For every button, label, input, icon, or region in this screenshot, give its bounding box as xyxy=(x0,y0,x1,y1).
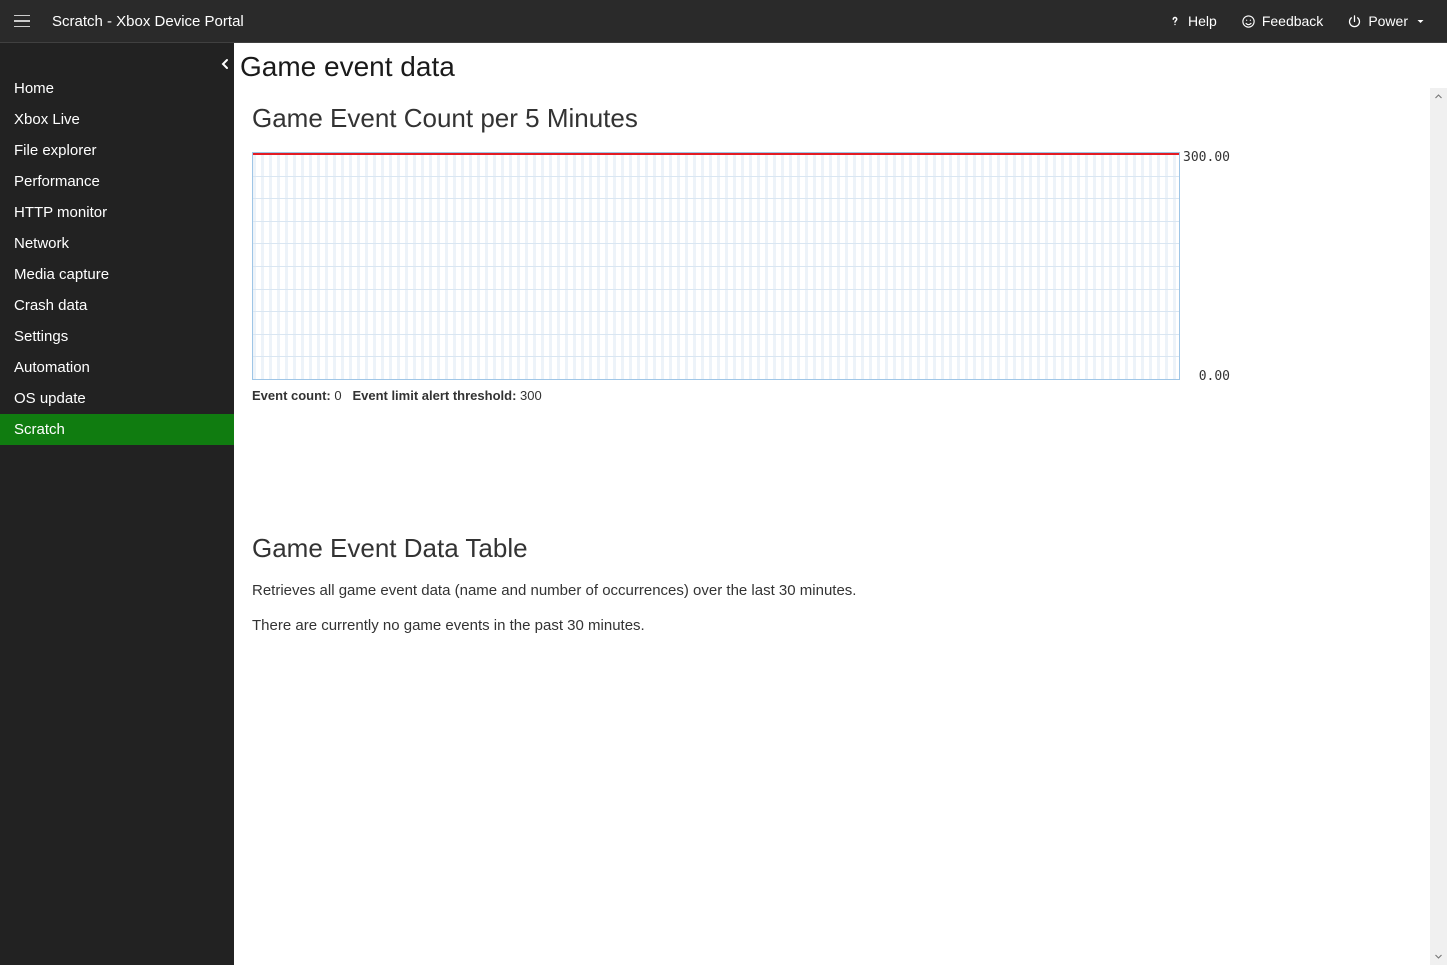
feedback-button[interactable]: Feedback xyxy=(1241,13,1323,29)
y-axis-min-label: 0.00 xyxy=(1199,369,1230,384)
event-count-label: Event count: xyxy=(252,388,331,403)
help-label: Help xyxy=(1188,13,1217,29)
sidebar-item-scratch[interactable]: Scratch xyxy=(0,414,234,445)
sidebar-item-label: Home xyxy=(14,80,54,97)
sidebar-item-media-capture[interactable]: Media capture xyxy=(0,259,234,290)
sidebar-list: Home Xbox Live File explorer Performance… xyxy=(0,43,234,445)
feedback-icon xyxy=(1241,14,1256,29)
vertical-scrollbar[interactable] xyxy=(1430,88,1447,965)
chart-caption: Event count: 0 Event limit alert thresho… xyxy=(252,388,1447,403)
sidebar-item-home[interactable]: Home xyxy=(0,73,234,104)
sidebar-item-label: Automation xyxy=(14,359,90,376)
menu-icon[interactable] xyxy=(14,10,36,32)
sidebar-item-automation[interactable]: Automation xyxy=(0,352,234,383)
help-icon xyxy=(1168,14,1182,28)
table-section-title: Game Event Data Table xyxy=(252,533,1447,564)
table-empty-message: There are currently no game events in th… xyxy=(252,617,1447,634)
sidebar-item-http-monitor[interactable]: HTTP monitor xyxy=(0,197,234,228)
sidebar-item-os-update[interactable]: OS update xyxy=(0,383,234,414)
threshold-label: Event limit alert threshold: xyxy=(352,388,516,403)
power-button[interactable]: Power xyxy=(1347,13,1425,29)
sidebar-item-label: HTTP monitor xyxy=(14,204,107,221)
header-actions: Help Feedback Power xyxy=(1168,13,1425,29)
sidebar-item-label: Performance xyxy=(14,173,100,190)
chart-section: Game Event Count per 5 Minutes xyxy=(252,103,1447,403)
chart-wrap: 300.00 0.00 xyxy=(252,152,1180,380)
sidebar-item-label: Network xyxy=(14,235,69,252)
scroll-up-icon[interactable] xyxy=(1430,88,1447,105)
app-title: Scratch - Xbox Device Portal xyxy=(52,13,1168,30)
sidebar-item-label: Settings xyxy=(14,328,68,345)
sidebar-item-label: File explorer xyxy=(14,142,97,159)
chart-gridlines xyxy=(253,153,1179,379)
top-header: Scratch - Xbox Device Portal Help Feedba xyxy=(0,0,1447,42)
sidebar-item-crash-data[interactable]: Crash data xyxy=(0,290,234,321)
power-icon xyxy=(1347,14,1362,29)
sidebar-item-label: Crash data xyxy=(14,297,87,314)
event-count-chart xyxy=(252,152,1180,380)
sidebar: Home Xbox Live File explorer Performance… xyxy=(0,43,234,965)
threshold-line xyxy=(253,153,1179,155)
help-button[interactable]: Help xyxy=(1168,13,1217,29)
sidebar-item-label: OS update xyxy=(14,390,86,407)
sidebar-item-network[interactable]: Network xyxy=(0,228,234,259)
table-section: Game Event Data Table Retrieves all game… xyxy=(252,533,1447,634)
sidebar-item-file-explorer[interactable]: File explorer xyxy=(0,135,234,166)
sidebar-item-label: Xbox Live xyxy=(14,111,80,128)
sidebar-item-label: Media capture xyxy=(14,266,109,283)
sidebar-collapse-button[interactable] xyxy=(215,53,235,77)
main-content: Game event data Game Event Count per 5 M… xyxy=(234,43,1447,965)
sidebar-item-performance[interactable]: Performance xyxy=(0,166,234,197)
y-axis-max-label: 300.00 xyxy=(1183,150,1230,165)
sidebar-item-xbox-live[interactable]: Xbox Live xyxy=(0,104,234,135)
chart-section-title: Game Event Count per 5 Minutes xyxy=(252,103,1447,134)
threshold-value: 300 xyxy=(520,388,542,403)
chevron-down-icon xyxy=(1416,17,1425,26)
table-description: Retrieves all game event data (name and … xyxy=(252,582,1447,599)
event-count-value: 0 xyxy=(334,388,341,403)
sidebar-item-label: Scratch xyxy=(14,421,65,438)
scroll-down-icon[interactable] xyxy=(1430,948,1447,965)
sidebar-item-settings[interactable]: Settings xyxy=(0,321,234,352)
page-title: Game event data xyxy=(240,51,1447,83)
power-label: Power xyxy=(1368,13,1408,29)
feedback-label: Feedback xyxy=(1262,13,1323,29)
